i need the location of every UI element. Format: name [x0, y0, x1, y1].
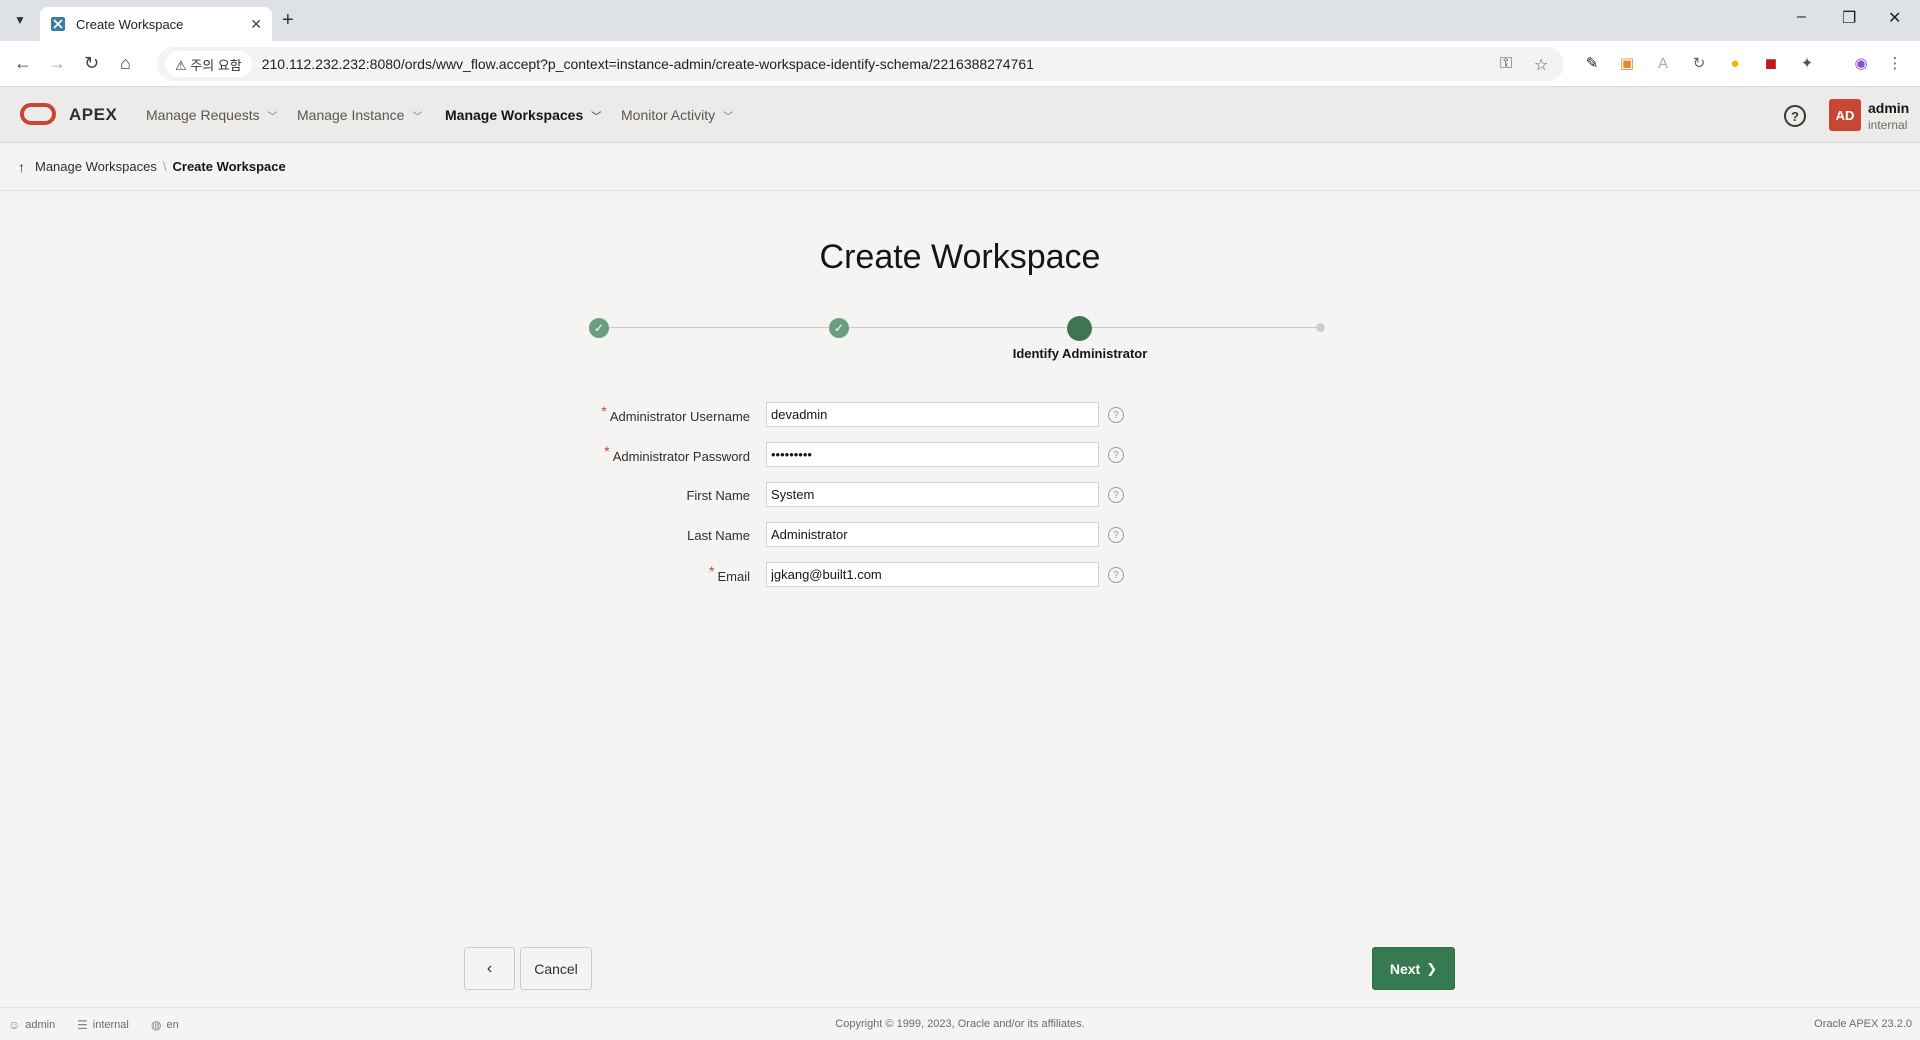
wizard-step-2-check-icon: ✓	[829, 318, 849, 338]
extensions-puzzle-icon[interactable]: ✦	[1797, 53, 1817, 73]
restore-icon[interactable]: ❐	[1842, 8, 1856, 28]
email-input[interactable]	[766, 562, 1099, 587]
minimize-icon[interactable]: –	[1797, 8, 1806, 26]
browser-menu-icon[interactable]: ⋮	[1885, 53, 1905, 73]
menu-manage-requests[interactable]: Manage Requests ﹀	[146, 107, 278, 123]
cancel-button[interactable]: Cancel	[520, 947, 592, 990]
administrator-username-input[interactable]	[766, 402, 1099, 427]
user-name[interactable]: admin	[1868, 100, 1909, 116]
field-help-icon[interactable]: ?	[1108, 567, 1124, 583]
chevron-down-icon: ﹀	[723, 111, 734, 123]
breadcrumb-manage-workspaces[interactable]: Manage Workspaces	[35, 159, 157, 174]
form-row-password: *Administrator Password ?	[560, 442, 1130, 468]
form-row-email: *Email ?	[560, 562, 1130, 588]
menu-manage-workspaces[interactable]: Manage Workspaces ﹀	[445, 107, 601, 123]
apex-brand[interactable]: APEX	[69, 105, 117, 125]
chevron-down-icon: ﹀	[591, 111, 602, 123]
key-icon[interactable]: ⚿	[1500, 55, 1512, 73]
menu-manage-instance[interactable]: Manage Instance ﹀	[297, 107, 422, 123]
wizard-step-1-check-icon: ✓	[589, 318, 609, 338]
notes-extension-icon[interactable]: ▣	[1617, 53, 1637, 73]
field-help-icon[interactable]: ?	[1108, 487, 1124, 503]
apex-version: Oracle APEX 23.2.0	[1814, 1018, 1912, 1030]
first-name-label: First Name	[686, 488, 750, 503]
menu-monitor-activity[interactable]: Monitor Activity ﹀	[621, 107, 733, 123]
form-row-first-name: First Name ?	[560, 482, 1130, 508]
username-label: * Administrator Username	[601, 403, 750, 424]
last-name-input[interactable]	[766, 522, 1099, 547]
browser-tabbar: ▼ Create Workspace ✕ + – ❐ ✕	[0, 0, 1920, 41]
chevron-right-icon: ❯	[1426, 960, 1438, 976]
eyedropper-extension-icon[interactable]: ✎	[1582, 53, 1602, 73]
user-workspace: internal	[1868, 118, 1908, 132]
apex-favicon-icon	[51, 17, 65, 31]
help-icon[interactable]: ?	[1784, 105, 1806, 127]
required-asterisk: *	[709, 563, 715, 579]
avatar[interactable]: AD	[1829, 99, 1861, 131]
tab-close-icon[interactable]: ✕	[250, 16, 262, 33]
window-close-icon[interactable]: ✕	[1888, 8, 1901, 28]
cookie-extension-icon[interactable]: ●	[1725, 53, 1745, 73]
browser-toolbar: ← → ↻ ⌂ ⚠ 주의 요함 210.112.232.232:8080/ord…	[0, 41, 1920, 87]
previous-button[interactable]: ‹	[464, 947, 515, 990]
security-warning-chip[interactable]: ⚠ 주의 요함	[165, 51, 252, 77]
chevron-down-icon: ﹀	[267, 111, 278, 123]
administrator-password-input[interactable]	[766, 442, 1099, 467]
wizard-step-3-current	[1067, 316, 1092, 341]
next-button[interactable]: Next ❯	[1372, 947, 1455, 990]
field-help-icon[interactable]: ?	[1108, 527, 1124, 543]
up-arrow-icon[interactable]: ↑	[18, 159, 25, 175]
profile-icon[interactable]: ◉	[1851, 53, 1871, 73]
copyright-text: Copyright © 1999, 2023, Oracle and/or it…	[835, 1018, 1085, 1030]
address-bar[interactable]: ⚠ 주의 요함 210.112.232.232:8080/ords/wwv_fl…	[157, 47, 1564, 81]
first-name-input[interactable]	[766, 482, 1099, 507]
pdf-extension-icon[interactable]: ◼	[1761, 53, 1781, 73]
page-footer: ☺ admin ☰ internal ◍ en Copyright © 1999, 2…	[0, 1007, 1920, 1040]
tab-list-chevron-icon[interactable]: ▼	[8, 8, 32, 32]
font-extension-icon[interactable]: A	[1653, 53, 1673, 73]
form-row-username: *Administrator Username ?	[560, 402, 1130, 428]
required-asterisk: *	[601, 403, 607, 419]
chevron-down-icon: ﹀	[412, 111, 423, 123]
browser-tab-active[interactable]: Create Workspace ✕	[40, 7, 272, 41]
reload-icon[interactable]: ↻	[84, 53, 99, 74]
refresh-extension-icon[interactable]: ↻	[1689, 53, 1709, 73]
breadcrumb: ↑ Manage Workspaces \ Create Workspace	[0, 143, 1920, 191]
breadcrumb-current: Create Workspace	[172, 159, 286, 174]
tab-title: Create Workspace	[76, 16, 184, 32]
form-row-last-name: Last Name ?	[560, 522, 1130, 548]
wizard-step-4-future	[1316, 323, 1325, 332]
wizard-progress-line	[599, 327, 1321, 328]
field-help-icon[interactable]: ?	[1108, 447, 1124, 463]
url-text[interactable]: 210.112.232.232:8080/ords/wwv_flow.accep…	[262, 56, 1034, 72]
home-icon[interactable]: ⌂	[120, 53, 131, 74]
oracle-logo-icon[interactable]	[20, 103, 56, 125]
password-label: * Administrator Password	[604, 443, 750, 464]
field-help-icon[interactable]: ?	[1108, 407, 1124, 423]
email-label: * Email	[709, 563, 750, 584]
forward-arrow-icon[interactable]: →	[48, 53, 66, 74]
new-tab-plus-icon[interactable]: +	[282, 9, 294, 32]
required-asterisk: *	[604, 443, 610, 459]
breadcrumb-separator: \	[162, 159, 167, 174]
back-arrow-icon[interactable]: ←	[14, 53, 32, 74]
page-title: Create Workspace	[819, 238, 1101, 276]
last-name-label: Last Name	[687, 528, 750, 543]
bookmark-star-icon[interactable]: ☆	[1534, 55, 1548, 75]
wizard-current-step-label: Identify Administrator	[1012, 346, 1148, 361]
apex-header: APEX Manage Requests ﹀ Manage Instance ﹀ M…	[0, 87, 1920, 143]
